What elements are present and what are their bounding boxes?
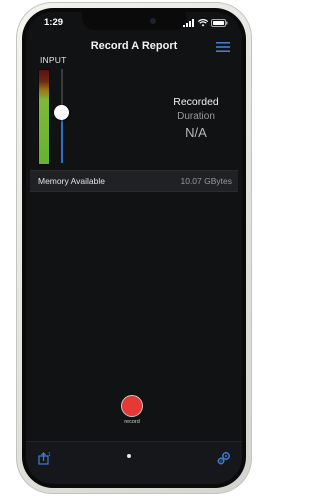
memory-row: Memory Available 10.07 GBytes — [30, 170, 238, 192]
app-screen: 1:29 Record A Report INPUT Recorded Dura… — [26, 12, 242, 484]
hamburger-menu-icon[interactable] — [216, 42, 230, 52]
input-gain-slider-knob[interactable] — [54, 105, 69, 120]
status-icons — [183, 19, 228, 27]
input-label: INPUT — [40, 55, 67, 65]
recorded-label: Recorded — [173, 96, 219, 108]
page-indicator-dot — [127, 454, 131, 458]
record-label: record — [124, 419, 140, 425]
export-badge: 1 — [48, 452, 51, 458]
battery-icon — [211, 19, 228, 27]
record-button[interactable] — [121, 395, 143, 417]
signal-icon — [183, 19, 194, 27]
memory-value: 10.07 GBytes — [180, 176, 232, 186]
memory-label: Memory Available — [38, 176, 105, 186]
export-icon[interactable]: 1 — [38, 451, 52, 465]
duration-label: Duration — [177, 111, 215, 122]
wifi-icon — [198, 19, 208, 27]
input-level-meter — [38, 69, 50, 165]
status-bar: 1:29 — [26, 17, 242, 33]
duration-value: N/A — [185, 125, 207, 140]
input-gain-slider-fill — [61, 114, 63, 163]
settings-gears-icon[interactable] — [216, 450, 232, 466]
phone-bezel: 1:29 Record A Report INPUT Recorded Dura… — [22, 8, 246, 488]
page-title: Record A Report — [90, 40, 178, 52]
phone-frame: 1:29 Record A Report INPUT Recorded Dura… — [16, 2, 252, 494]
bottom-toolbar: 1 — [26, 441, 242, 484]
status-time: 1:29 — [44, 17, 64, 28]
